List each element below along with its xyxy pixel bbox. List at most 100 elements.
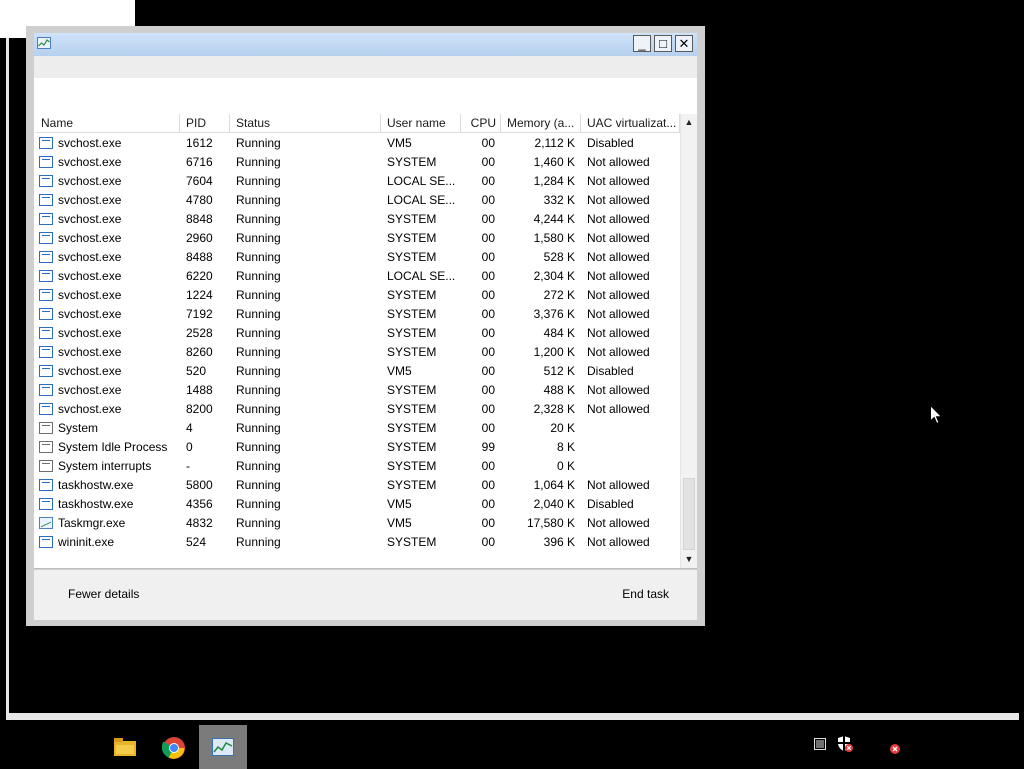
table-row[interactable]: svchost.exe 8848 Running SYSTEM 00 4,244 K Not…: [35, 210, 680, 229]
cell-user: SYSTEM: [387, 402, 437, 416]
cell-user: SYSTEM: [387, 345, 437, 359]
table-row[interactable]: svchost.exe 7192 Running SYSTEM 00 3,376 K Not…: [35, 305, 680, 324]
cell-status: Running: [236, 535, 281, 549]
cell-name: wininit.exe: [58, 535, 115, 549]
cell-memory: 528 K: [543, 250, 575, 264]
cell-name: svchost.exe: [58, 155, 122, 169]
cell-user: VM5: [387, 136, 412, 150]
table-row[interactable]: svchost.exe 7604 Running LOCAL SE... 00 1,284…: [35, 172, 680, 191]
table-row[interactable]: System 4 Running SYSTEM 00 20 K: [35, 419, 680, 438]
cell-cpu: 00: [481, 250, 495, 264]
cell-memory: 2,304 K: [533, 269, 575, 283]
table-row[interactable]: svchost.exe 6716 Running SYSTEM 00 1,460 K Not…: [35, 153, 680, 172]
column-header-cpu[interactable]: CPU: [461, 114, 501, 133]
scroll-down-arrow-icon[interactable]: ▼: [681, 551, 697, 568]
close-button[interactable]: ✕: [675, 35, 693, 52]
table-row[interactable]: wininit.exe 524 Running SYSTEM 00 396 K Not al…: [35, 533, 680, 552]
table-row[interactable]: System interrupts - Running SYSTEM 00 0 K: [35, 457, 680, 476]
cell-pid: 6716: [186, 155, 213, 169]
window-icon[interactable]: [814, 738, 826, 750]
table-row[interactable]: System Idle Process 0 Running SYSTEM 99 8 K: [35, 438, 680, 457]
cell-status: Running: [236, 231, 281, 245]
cell-status: Running: [236, 136, 281, 150]
cell-memory: 3,376 K: [533, 307, 575, 321]
cell-name: System interrupts: [58, 459, 152, 473]
cell-name: svchost.exe: [58, 326, 122, 340]
cell-memory: 1,284 K: [533, 174, 575, 188]
table-row[interactable]: svchost.exe 4780 Running LOCAL SE... 00 332 K…: [35, 191, 680, 210]
table-row[interactable]: svchost.exe 1612 Running VM5 00 2,112 K Disabl…: [35, 134, 680, 153]
table-row[interactable]: svchost.exe 520 Running VM5 00 512 K Disabled: [35, 362, 680, 381]
cell-uac: Not allowed: [587, 250, 650, 264]
cell-uac: Not allowed: [587, 193, 650, 207]
table-row[interactable]: svchost.exe 1224 Running SYSTEM 00 272 K Not a…: [35, 286, 680, 305]
table-row[interactable]: taskhostw.exe 4356 Running VM5 00 2,040 K Disa…: [35, 495, 680, 514]
mouse-pointer-icon: [930, 405, 942, 425]
table-row[interactable]: taskhostw.exe 5800 Running SYSTEM 00 1,064 K N…: [35, 476, 680, 495]
column-header-pid[interactable]: PID: [180, 114, 230, 133]
scrollbar-thumb[interactable]: [683, 478, 695, 550]
cell-status: Running: [236, 497, 281, 511]
cell-status: Running: [236, 174, 281, 188]
cell-pid: 4: [186, 421, 193, 435]
cell-status: Running: [236, 402, 281, 416]
table-row[interactable]: Taskmgr.exe 4832 Running VM5 00 17,580 K Not a…: [35, 514, 680, 533]
column-header-memory[interactable]: Memory (a...: [501, 114, 581, 133]
table-row[interactable]: svchost.exe 8260 Running SYSTEM 00 1,200 K Not…: [35, 343, 680, 362]
column-header-status[interactable]: Status: [230, 114, 381, 133]
maximize-button[interactable]: □: [654, 35, 672, 52]
fewer-details-link[interactable]: Fewer details: [68, 587, 139, 601]
cell-cpu: 00: [481, 155, 495, 169]
cell-status: Running: [236, 269, 281, 283]
table-row[interactable]: svchost.exe 8488 Running SYSTEM 00 528 K Not a…: [35, 248, 680, 267]
table-row[interactable]: svchost.exe 8200 Running SYSTEM 00 2,328 K Not…: [35, 400, 680, 419]
scroll-up-arrow-icon[interactable]: ▲: [681, 114, 697, 131]
menu-bar: [34, 56, 697, 78]
cell-pid: 4832: [186, 516, 213, 530]
cell-uac: Not allowed: [587, 383, 650, 397]
cell-cpu: 00: [481, 497, 495, 511]
column-header-name[interactable]: Name: [35, 114, 180, 133]
cell-name: System Idle Process: [58, 440, 168, 454]
column-header-uac-virtualization[interactable]: UAC virtualizat...: [581, 114, 680, 133]
cell-name: taskhostw.exe: [58, 497, 134, 511]
cell-user: SYSTEM: [387, 250, 437, 264]
end-task-button[interactable]: End task: [622, 587, 669, 601]
table-row[interactable]: svchost.exe 2528 Running SYSTEM 00 484 K Not a…: [35, 324, 680, 343]
shield-icon[interactable]: [836, 735, 854, 753]
cell-status: Running: [236, 155, 281, 169]
cell-name: svchost.exe: [58, 193, 122, 207]
cell-uac: Not allowed: [587, 402, 650, 416]
cell-cpu: 00: [481, 402, 495, 416]
cell-status: Running: [236, 478, 281, 492]
cell-memory: 488 K: [543, 383, 575, 397]
table-row[interactable]: svchost.exe 2960 Running SYSTEM 00 1,580 K Not…: [35, 229, 680, 248]
cell-pid: 1224: [186, 288, 213, 302]
cell-name: svchost.exe: [58, 364, 122, 378]
minimize-button[interactable]: _: [633, 35, 651, 52]
cell-name: svchost.exe: [58, 402, 122, 416]
cell-name: svchost.exe: [58, 269, 122, 283]
taskbar-chrome[interactable]: [150, 725, 198, 769]
taskbar-task-manager[interactable]: [199, 725, 247, 769]
cell-status: Running: [236, 193, 281, 207]
column-header-user-name[interactable]: User name: [381, 114, 461, 133]
cell-user: SYSTEM: [387, 326, 437, 340]
cell-uac: Not allowed: [587, 174, 650, 188]
cell-pid: 2528: [186, 326, 213, 340]
cell-cpu: 00: [481, 231, 495, 245]
vertical-scrollbar[interactable]: ▲ ▼: [680, 114, 697, 568]
error-icon[interactable]: [889, 743, 901, 755]
cell-name: svchost.exe: [58, 345, 122, 359]
table-row[interactable]: svchost.exe 1488 Running SYSTEM 00 488 K Not a…: [35, 381, 680, 400]
cell-status: Running: [236, 307, 281, 321]
cell-user: VM5: [387, 516, 412, 530]
cell-user: VM5: [387, 497, 412, 511]
cell-name: svchost.exe: [58, 307, 122, 321]
cell-memory: 512 K: [543, 364, 575, 378]
taskbar-file-explorer[interactable]: [100, 725, 148, 769]
title-bar[interactable]: _ □ ✕: [34, 33, 697, 56]
cell-cpu: 00: [481, 288, 495, 302]
cell-status: Running: [236, 421, 281, 435]
table-row[interactable]: svchost.exe 6220 Running LOCAL SE... 00 2,304…: [35, 267, 680, 286]
